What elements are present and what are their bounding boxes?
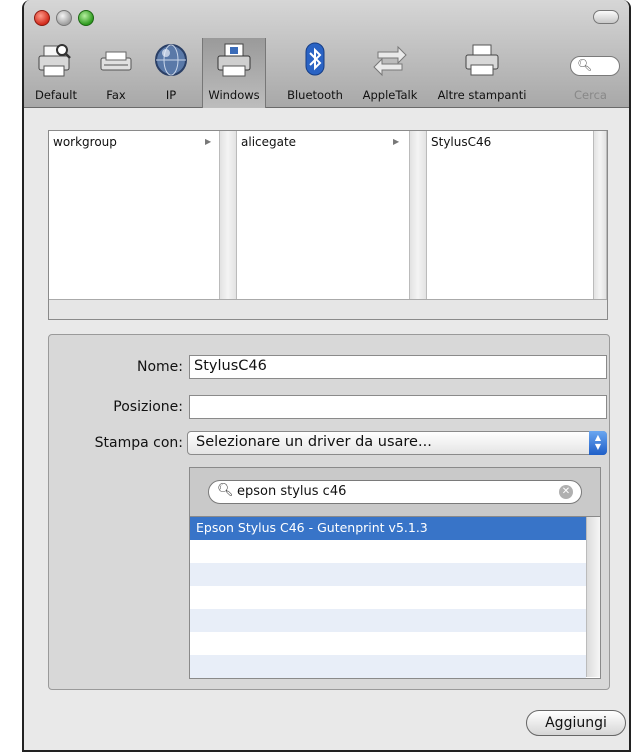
driver-list-empty-row [190,655,586,678]
print-using-value: Selezionare un driver da usare... [196,434,432,450]
toolbar-windows-label: Windows [208,88,260,102]
appletalk-arrows-icon [373,45,407,77]
driver-list-empty-row [190,632,586,655]
toolbar: Default Fax IP Windows Bluetooth AppleTa… [24,0,629,108]
toolbar-appletalk-label: AppleTalk [362,88,418,102]
fax-icon [100,51,132,71]
print-using-popup[interactable]: Selezionare un driver da usare... ▲ ▼ [187,431,607,455]
browser-item-workgroup[interactable]: workgroup [53,135,117,149]
search-icon: 🔍︎ [217,483,234,498]
driver-list-empty-row [190,586,586,609]
printer-column-browser: workgroup ▶ alicegate ▶ StylusC46 [48,130,608,320]
driver-list-empty-row [190,540,586,563]
printer-browser-window: Default Fax IP Windows Bluetooth AppleTa… [22,0,631,752]
toolbar-appletalk[interactable]: AppleTalk [354,40,426,104]
name-label: Nome: [136,359,183,375]
driver-list: Epson Stylus C46 - Gutenprint v5.1.3 [190,516,600,678]
clear-search-icon[interactable]: ✕ [559,485,573,499]
print-using-label: Stampa con: [94,435,183,451]
driver-list-empty-row [190,609,586,632]
toolbar-fax[interactable]: Fax [90,40,142,104]
browser-scrollbar[interactable] [593,131,607,301]
column-divider [219,131,237,301]
name-field[interactable]: StylusC46 [189,355,607,379]
zoom-button[interactable] [78,10,94,26]
driver-chooser: 🔍︎ epson stylus c46 ✕ Epson Stylus C46 -… [189,467,601,679]
disclosure-arrow-icon: ▶ [205,137,212,146]
browser-column-workgroup[interactable]: workgroup ▶ [49,131,219,301]
bluetooth-icon [305,42,325,76]
driver-list-scrollbar[interactable] [586,517,600,677]
printer-settings-panel: Nome: StylusC46 Posizione: Stampa con: S… [48,334,610,690]
toolbar-windows[interactable]: Windows [202,38,266,108]
toolbar-bluetooth-label: Bluetooth [287,88,343,102]
toolbar-default[interactable]: Default [24,40,88,104]
windows-printer-icon [217,43,251,77]
printer-default-icon [38,44,71,77]
toolbar-ip[interactable]: IP [146,40,196,104]
toolbar-search-field[interactable]: 🔍︎ [570,56,620,76]
close-button[interactable] [34,10,50,26]
toolbar-ip-label: IP [165,88,177,102]
browser-column-stylus[interactable]: StylusC46 [427,131,595,301]
browser-item-stylusc46[interactable]: StylusC46 [431,135,491,149]
location-field[interactable] [189,395,607,419]
browser-footer [49,299,607,319]
toolbar-toggle-button[interactable] [593,10,619,24]
toolbar-search-label: Cerca [574,88,607,102]
toolbar-default-label: Default [34,88,78,102]
toolbar-other-printers-label: Altre stampanti [437,88,527,102]
browser-item-alicegate[interactable]: alicegate [241,135,296,149]
driver-search-field[interactable]: 🔍︎ epson stylus c46 ✕ [208,480,582,504]
toolbar-fax-label: Fax [106,88,126,102]
add-button[interactable]: Aggiungi [526,710,626,736]
ip-globe-icon [155,44,187,76]
minimize-button[interactable] [56,10,72,26]
location-label: Posizione: [113,399,183,415]
printer-more-icon [465,44,499,76]
toolbar-other-printers[interactable]: Altre stampanti [432,40,532,104]
driver-list-item[interactable]: Epson Stylus C46 - Gutenprint v5.1.3 [190,517,586,540]
popup-arrows-icon: ▲ ▼ [589,431,607,455]
driver-search-value: epson stylus c46 [237,484,347,499]
browser-column-alicegate[interactable]: alicegate ▶ [237,131,409,301]
toolbar-bluetooth[interactable]: Bluetooth [282,40,348,104]
search-icon: 🔍︎ [577,58,593,72]
driver-list-empty-row [190,563,586,586]
column-divider [409,131,427,301]
disclosure-arrow-icon: ▶ [393,137,400,146]
